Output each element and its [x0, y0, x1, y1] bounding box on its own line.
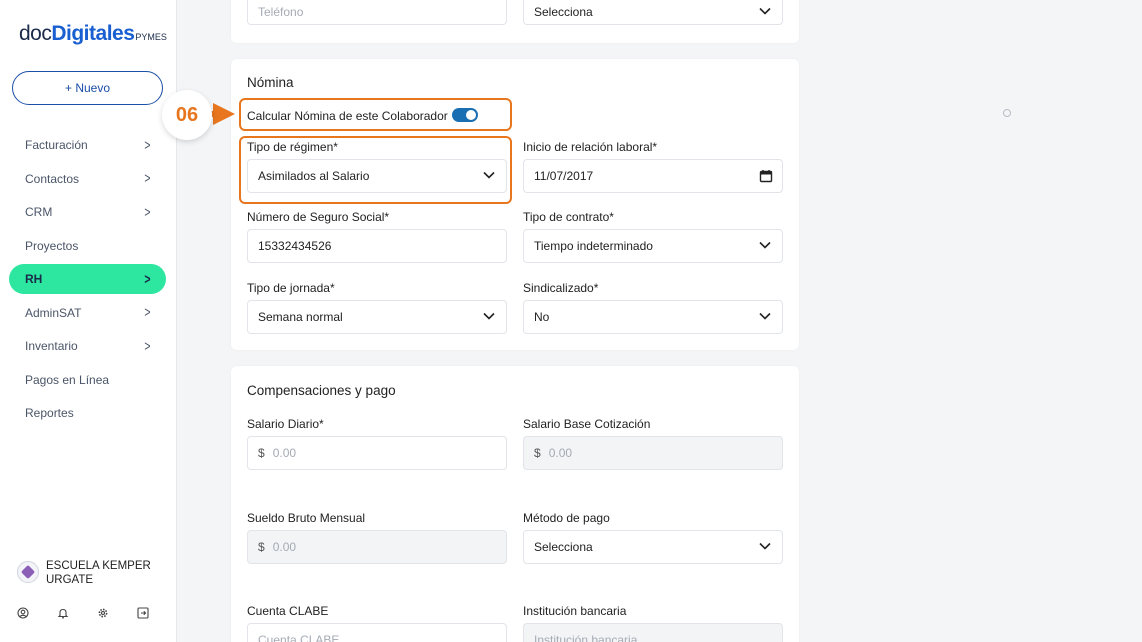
phone-input[interactable]: Teléfono: [247, 0, 507, 25]
contrato-select[interactable]: Tiempo indeterminado: [523, 229, 783, 263]
phone-type-value: Selecciona: [534, 5, 593, 19]
jornada-value: Semana normal: [258, 310, 343, 324]
company-avatar: [17, 561, 39, 583]
nss-value: 15332434526: [258, 239, 332, 253]
company-selector[interactable]: ESCUELA KEMPER URGATE: [17, 559, 156, 587]
inicio-label: Inicio de relación laboral*: [523, 140, 658, 154]
sueldo-bruto-placeholder: 0.00: [272, 540, 297, 554]
sueldo-bruto-input: $ 0.00: [247, 530, 507, 564]
sidebar: doc Digitales PYMES + Nuevo Facturación …: [0, 0, 177, 642]
currency-symbol: $: [534, 446, 541, 460]
chevron-right-icon: >: [144, 270, 151, 288]
salario-diario-label: Salario Diario*: [247, 417, 324, 431]
new-button[interactable]: + Nuevo: [12, 71, 163, 105]
sidebar-item-label: AdminSAT: [25, 305, 82, 320]
calendar-icon[interactable]: [759, 169, 773, 183]
sidebar-item-proyectos[interactable]: Proyectos: [9, 231, 166, 261]
inicio-date-input[interactable]: 11/07/2017: [523, 159, 783, 193]
sidebar-item-label: Proyectos: [25, 238, 79, 253]
sidebar-item-adminsat[interactable]: AdminSAT >: [9, 298, 166, 328]
chevron-right-icon: >: [144, 203, 151, 221]
chevron-right-icon: >: [144, 136, 151, 154]
logo-pymes-text: PYMES: [135, 32, 167, 42]
step-badge: 06: [162, 90, 212, 140]
compensaciones-card: Compensaciones y pago Salario Diario* $ …: [231, 366, 799, 642]
sidebar-footer-icons: [17, 603, 177, 623]
chevron-down-icon: [759, 7, 771, 15]
salario-base-input: $ 0.00: [523, 436, 783, 470]
clabe-label: Cuenta CLABE: [247, 604, 329, 618]
jornada-label: Tipo de jornada*: [247, 281, 335, 295]
chevron-down-icon: [759, 241, 771, 249]
jornada-select[interactable]: Semana normal: [247, 300, 507, 334]
chevron-down-icon: [483, 312, 495, 320]
metodo-pago-label: Método de pago: [523, 511, 610, 525]
sindicalizado-label: Sindicalizado*: [523, 281, 599, 295]
logout-icon[interactable]: [137, 603, 177, 623]
salario-base-placeholder: 0.00: [548, 446, 573, 460]
app-logo[interactable]: doc Digitales PYMES: [19, 22, 167, 46]
sidebar-item-label: Reportes: [25, 406, 74, 420]
clabe-placeholder: Cuenta CLABE: [258, 633, 340, 642]
chevron-down-icon: [759, 312, 771, 320]
sidebar-item-label: Pagos en Línea: [25, 372, 110, 387]
sidebar-item-rh[interactable]: RH >: [9, 264, 166, 294]
chevron-down-icon: [759, 542, 771, 550]
gear-icon[interactable]: [97, 603, 137, 623]
phone-type-select[interactable]: Selecciona: [523, 0, 783, 25]
contact-card: Teléfono Selecciona: [231, 0, 799, 43]
logo-doc-text: doc: [19, 22, 52, 45]
nomina-title: Nómina: [247, 75, 294, 90]
nss-label: Número de Seguro Social*: [247, 210, 390, 224]
sidebar-item-label: Inventario: [25, 339, 78, 353]
currency-symbol: $: [258, 540, 265, 554]
sidebar-item-facturacion[interactable]: Facturación >: [9, 130, 166, 160]
highlight-regimen: [239, 136, 512, 204]
contrato-label: Tipo de contrato*: [523, 210, 614, 224]
logo-digitales-text: Digitales: [51, 22, 135, 45]
salario-diario-input[interactable]: $ 0.00: [247, 436, 507, 470]
sidebar-item-inventario[interactable]: Inventario >: [9, 331, 166, 361]
sidebar-item-pagos-en-linea[interactable]: Pagos en Línea: [9, 365, 166, 395]
phone-placeholder: Teléfono: [258, 5, 304, 19]
compensaciones-title: Compensaciones y pago: [247, 383, 396, 398]
salario-base-label: Salario Base Cotización: [523, 417, 651, 431]
currency-symbol: $: [258, 446, 265, 460]
clabe-input[interactable]: Cuenta CLABE: [247, 623, 507, 642]
institucion-input: Institución bancaria: [523, 623, 783, 642]
highlight-calc-toggle: [239, 98, 512, 131]
sidebar-item-crm[interactable]: CRM >: [9, 197, 166, 227]
sidebar-nav: Facturación > Contactos > CRM > Proyecto…: [9, 130, 166, 432]
status-dot-icon: [1003, 109, 1011, 117]
sueldo-bruto-label: Sueldo Bruto Mensual: [247, 511, 366, 525]
sidebar-item-label: RH: [25, 272, 43, 286]
sidebar-item-label: Facturación: [25, 138, 88, 152]
salario-diario-placeholder: 0.00: [272, 446, 297, 460]
sidebar-item-label: Contactos: [25, 171, 80, 186]
nss-input[interactable]: 15332434526: [247, 229, 507, 263]
inicio-value: 11/07/2017: [534, 169, 594, 183]
sidebar-item-contactos[interactable]: Contactos >: [9, 164, 166, 194]
metodo-pago-value: Selecciona: [534, 540, 593, 554]
sindicalizado-value: No: [534, 310, 550, 324]
bell-icon[interactable]: [57, 603, 97, 623]
metodo-pago-select[interactable]: Selecciona: [523, 530, 783, 564]
contrato-value: Tiempo indeterminado: [534, 239, 653, 253]
chevron-right-icon: >: [144, 304, 151, 321]
chevron-right-icon: >: [144, 337, 151, 355]
company-name: ESCUELA KEMPER URGATE: [46, 560, 151, 586]
sindicalizado-select[interactable]: No: [523, 300, 783, 334]
sidebar-item-reportes[interactable]: Reportes: [9, 398, 166, 428]
chevron-right-icon: >: [144, 170, 151, 187]
user-icon[interactable]: [17, 603, 57, 623]
institucion-label: Institución bancaria: [523, 604, 627, 618]
sidebar-item-label: CRM: [25, 205, 53, 219]
institucion-placeholder: Institución bancaria: [534, 633, 638, 642]
annotation-arrow-icon: [213, 103, 235, 125]
